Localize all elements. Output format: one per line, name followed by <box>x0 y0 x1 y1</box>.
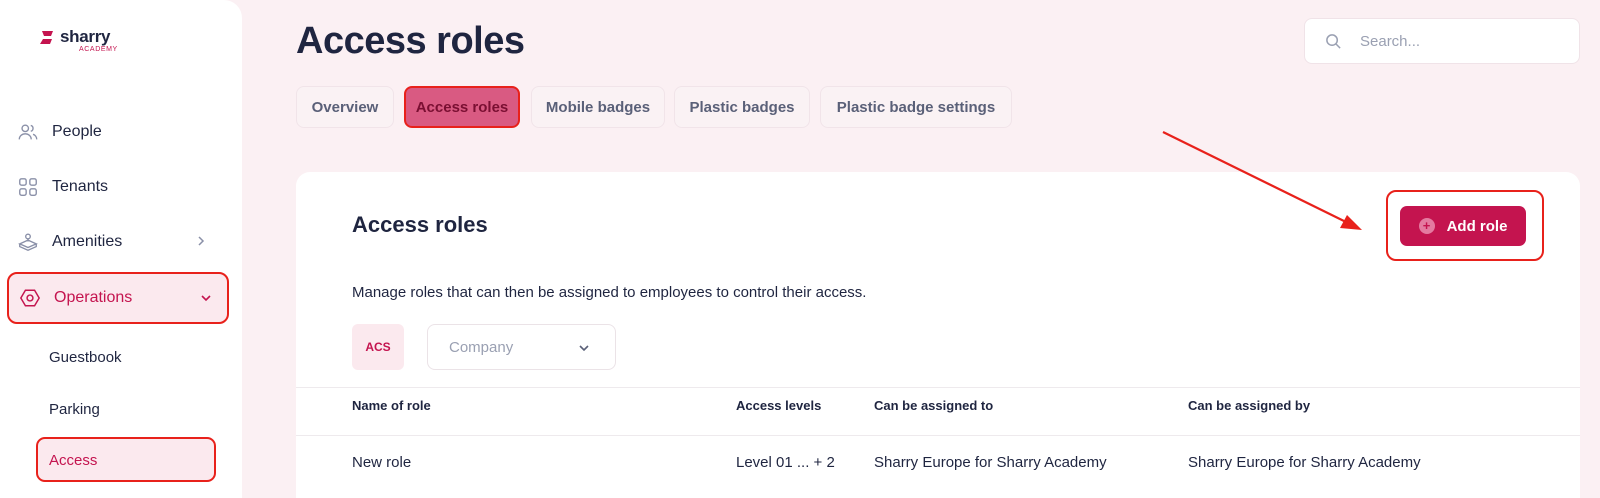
people-icon <box>16 120 40 144</box>
tab-mobile-badges[interactable]: Mobile badges <box>531 86 665 128</box>
chevron-down-icon <box>201 295 211 302</box>
sidebar-item-label: Amenities <box>52 233 123 250</box>
tab-access-roles[interactable]: Access roles <box>404 86 520 128</box>
search-input[interactable] <box>1360 32 1560 50</box>
search-icon <box>1326 33 1341 49</box>
page-title: Access roles <box>296 20 525 62</box>
table-cell-role-name[interactable]: New role <box>352 454 411 471</box>
company-select-placeholder: Company <box>449 338 514 356</box>
tab-plastic-badge-settings[interactable]: Plastic badge settings <box>820 86 1012 128</box>
card-title: Access roles <box>352 212 488 237</box>
plus-circle-icon: + <box>1418 218 1435 234</box>
access-roles-card: Access roles + Add role Manage roles tha… <box>296 172 1580 498</box>
column-header-access-levels[interactable]: Access levels <box>736 398 821 413</box>
tab-overview[interactable]: Overview <box>296 86 394 128</box>
table-cell-assigned-to: Sharry Europe for Sharry Academy <box>874 454 1107 471</box>
tab-plastic-badges[interactable]: Plastic badges <box>674 86 810 128</box>
acs-badge[interactable]: ACS <box>352 324 404 370</box>
table-cell-assigned-by: Sharry Europe for Sharry Academy <box>1188 454 1421 471</box>
sidebar-item-label: People <box>52 123 102 140</box>
sidebar-item-label: Operations <box>54 289 133 306</box>
sidebar-item-people[interactable]: People <box>16 112 226 152</box>
search-box[interactable] <box>1304 18 1580 64</box>
sharry-logo-icon <box>40 31 53 44</box>
sidebar-item-amenities[interactable]: Amenities <box>16 222 226 262</box>
chevron-right-icon <box>198 236 205 246</box>
sidebar-subitem-guestbook[interactable]: Guestbook <box>49 349 122 366</box>
amenities-icon <box>16 230 40 254</box>
hexagon-icon <box>18 286 42 310</box>
chevron-down-icon <box>579 345 589 352</box>
company-select[interactable]: Company <box>427 324 616 370</box>
table-cell-access-levels: Level 01 ... + 2 <box>736 454 835 471</box>
add-role-button[interactable]: + Add role <box>1400 206 1526 246</box>
add-role-label: Add role <box>1446 217 1508 235</box>
sidebar-subitem-parking[interactable]: Parking <box>49 401 100 418</box>
table-divider <box>296 387 1580 388</box>
sidebar-item-label: Tenants <box>52 178 109 195</box>
column-header-name[interactable]: Name of role <box>352 398 431 413</box>
card-description: Manage roles that can then be assigned t… <box>352 284 867 301</box>
sidebar-subitem-access[interactable]: Access <box>36 437 216 482</box>
sidebar: sharry ACADEMY People Tenants Amenities … <box>0 0 242 498</box>
sidebar-item-tenants[interactable]: Tenants <box>16 167 226 207</box>
sidebar-item-operations[interactable]: Operations <box>7 272 229 324</box>
column-header-assigned-by[interactable]: Can be assigned by <box>1188 398 1310 413</box>
logo-sub: ACADEMY <box>79 46 118 53</box>
column-header-assigned-to[interactable]: Can be assigned to <box>874 398 993 413</box>
sharry-logo[interactable]: sharry ACADEMY <box>38 28 118 53</box>
logo-name: sharry <box>60 27 111 46</box>
table-divider <box>296 435 1580 436</box>
grid-icon <box>16 175 40 199</box>
